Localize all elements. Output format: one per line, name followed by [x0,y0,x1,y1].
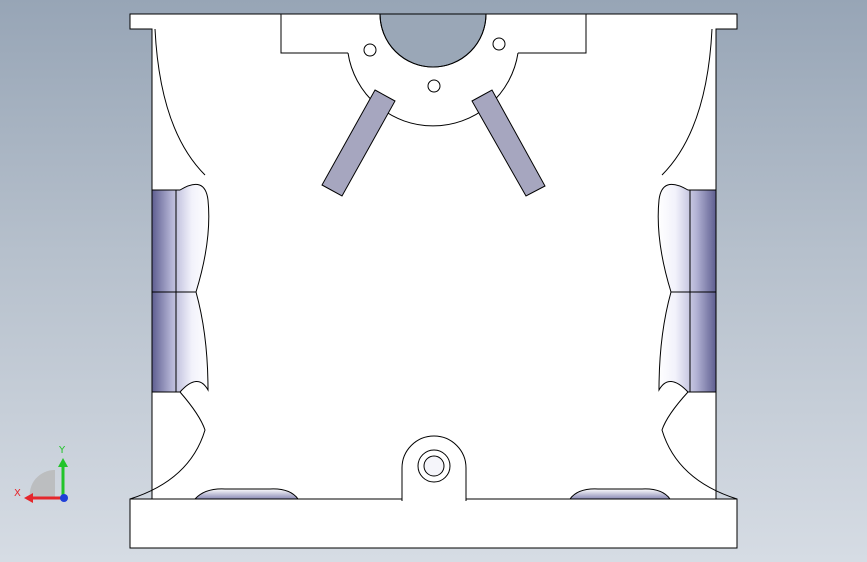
flange-hole-right [492,37,506,51]
flange-hole-left [363,43,377,57]
triad-plane [29,469,55,499]
model-view[interactable] [0,0,867,562]
flange-hole-center [427,79,441,93]
x-axis-label: X [14,488,21,499]
part-body[interactable] [129,13,738,549]
boss-hole-inner [423,455,445,477]
x-axis-arrow [24,493,33,503]
base-pocket-left [193,488,299,500]
y-axis-label: Y [58,445,66,456]
coordinate-triad: Y X [14,445,68,503]
cad-viewport-window: { "viewport": { "name": "front-view", "b… [0,0,867,562]
y-axis-arrow [58,458,68,467]
z-axis-dot [60,494,68,502]
base-pocket-right [569,488,671,500]
